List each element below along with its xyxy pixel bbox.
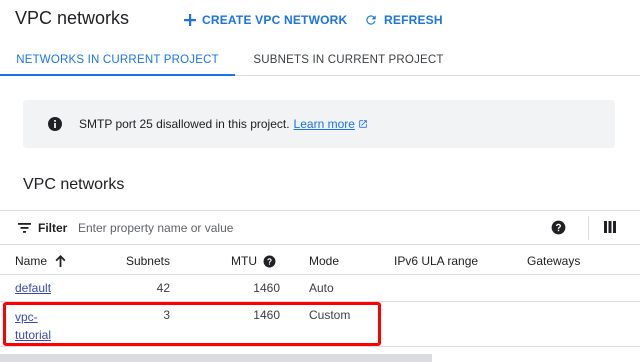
column-header-name[interactable]: Name: [15, 254, 66, 268]
column-header-mode[interactable]: Mode: [309, 254, 339, 268]
arrow-up-icon: [55, 255, 66, 267]
refresh-icon: [364, 13, 384, 27]
column-header-subnets[interactable]: Subnets: [110, 254, 170, 268]
filter-label: Filter: [38, 221, 68, 235]
network-name-link[interactable]: default: [15, 281, 51, 295]
toolbar-divider: [588, 216, 589, 240]
tab-networks-in-current-project[interactable]: NETWORKS IN CURRENT PROJECT: [0, 44, 235, 76]
section-title: VPC networks: [23, 176, 125, 193]
learn-more-link[interactable]: Learn more: [294, 117, 368, 131]
column-header-ipv6-ula-range[interactable]: IPv6 ULA range: [394, 254, 478, 268]
filter-input[interactable]: [72, 217, 532, 239]
banner-text: SMTP port 25 disallowed in this project.: [79, 117, 290, 131]
horizontal-scrollbar[interactable]: [0, 354, 432, 362]
external-link-icon: [355, 119, 368, 129]
table-header-row: Name Subnets MTU Mode IPv6 ULA range Gat…: [0, 245, 640, 275]
tab-bar: NETWORKS IN CURRENT PROJECT SUBNETS IN C…: [0, 44, 640, 76]
smtp-info-banner: SMTP port 25 disallowed in this project.…: [23, 100, 615, 148]
highlight-box: [3, 302, 381, 346]
help-icon[interactable]: [263, 255, 276, 268]
refresh-button[interactable]: REFRESH: [364, 11, 443, 29]
mtu-cell: 1460: [253, 281, 280, 295]
tab-subnets-in-current-project[interactable]: SUBNETS IN CURRENT PROJECT: [236, 44, 461, 75]
learn-more-label: Learn more: [293, 117, 355, 131]
refresh-label: REFRESH: [384, 13, 443, 27]
column-header-mtu[interactable]: MTU: [200, 254, 276, 268]
info-icon: [48, 117, 62, 131]
create-vpc-network-button[interactable]: CREATE VPC NETWORK: [184, 11, 347, 29]
help-icon[interactable]: [551, 220, 566, 235]
filter-icon: [18, 223, 31, 233]
table-row: default 42 1460 Auto: [0, 275, 640, 302]
create-vpc-network-label: CREATE VPC NETWORK: [202, 13, 348, 27]
column-header-gateways[interactable]: Gateways: [527, 254, 580, 268]
columns-icon[interactable]: [604, 221, 616, 233]
filter-bar: Filter: [0, 210, 640, 245]
plus-icon: [184, 14, 202, 26]
mode-cell: Auto: [309, 281, 334, 295]
page-header: VPC networks CREATE VPC NETWORK REFRESH: [0, 0, 640, 40]
page-title: VPC networks: [15, 8, 130, 28]
subnets-cell: 42: [156, 281, 170, 295]
